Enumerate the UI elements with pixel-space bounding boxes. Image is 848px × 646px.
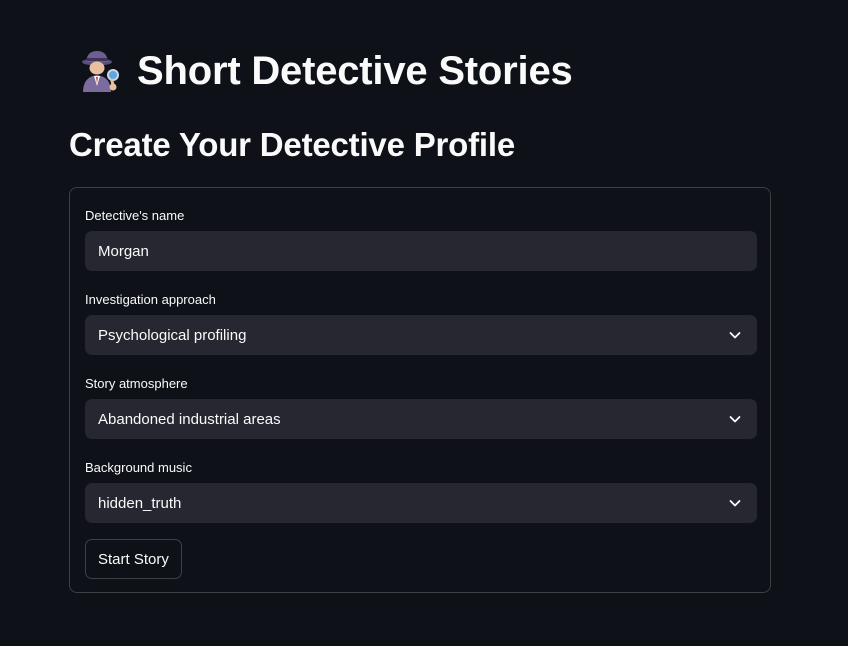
start-story-button[interactable]: Start Story [85, 539, 182, 579]
background-music-label: Background music [85, 460, 192, 475]
story-atmosphere-value: Abandoned industrial areas [98, 410, 281, 428]
investigation-approach-select[interactable]: Psychological profiling [85, 315, 757, 355]
story-atmosphere-select[interactable]: Abandoned industrial areas [85, 399, 757, 439]
investigation-approach-value: Psychological profiling [98, 326, 247, 344]
background-music-value: hidden_truth [98, 494, 182, 512]
chevron-down-icon [728, 328, 742, 342]
chevron-down-icon [728, 496, 742, 510]
detective-icon [75, 48, 121, 94]
page-title: Short Detective Stories [137, 49, 573, 93]
detective-profile-form: Detective's name Morgan Investigation ap… [69, 187, 771, 593]
section-title: Create Your Detective Profile [69, 126, 515, 163]
background-music-select[interactable]: hidden_truth [85, 483, 757, 523]
detective-name-value: Morgan [98, 242, 149, 260]
chevron-down-icon [728, 412, 742, 426]
story-atmosphere-label: Story atmosphere [85, 376, 188, 391]
investigation-approach-label: Investigation approach [85, 292, 216, 307]
detective-name-label: Detective's name [85, 208, 185, 223]
detective-name-input[interactable]: Morgan [85, 231, 757, 271]
page-header: Short Detective Stories [75, 44, 573, 98]
